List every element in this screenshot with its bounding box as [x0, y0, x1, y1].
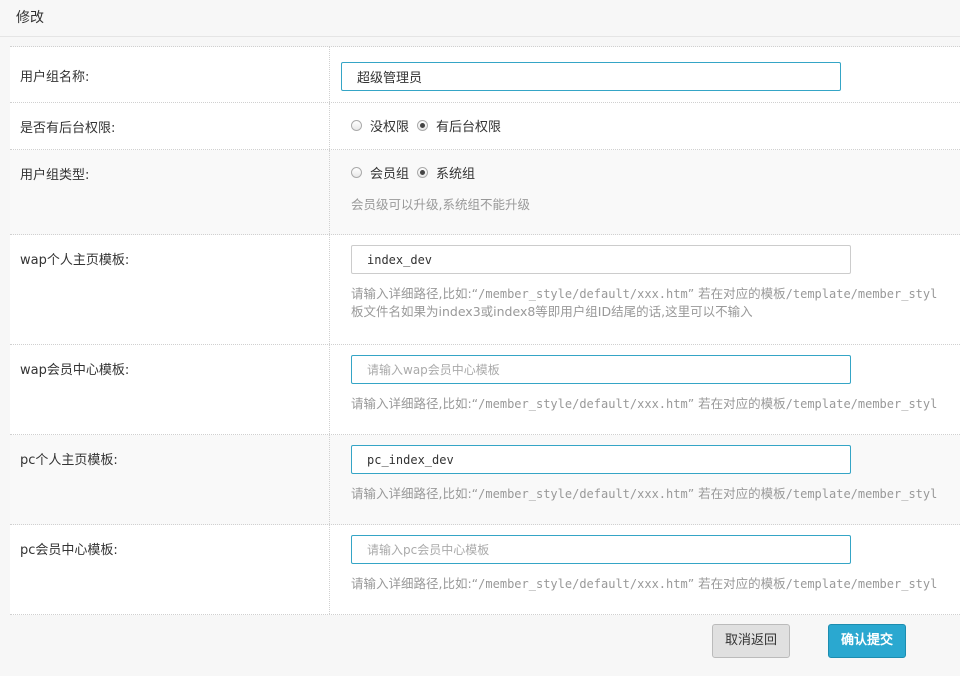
row-wap-member-template: wap会员中心模板: 请输入详细路径,比如:“/member_style/def…: [10, 345, 960, 435]
pc-home-template-input[interactable]: [351, 445, 851, 474]
radio-system-group[interactable]: [417, 167, 429, 178]
row-wap-home-template: wap个人主页模板: 请输入详细路径,比如:“/member_style/def…: [10, 235, 960, 345]
row-backend-permission: 是否有后台权限: 没权限 有后台权限: [10, 103, 960, 150]
label-pc-home-template: pc个人主页模板:: [10, 435, 330, 524]
edit-form: 用户组名称: 是否有后台权限: 没权限 有后台权限 用户组类型: 会员组 系统组: [10, 46, 960, 615]
pc-member-template-input[interactable]: [351, 535, 851, 564]
cancel-button[interactable]: 取消返回: [712, 624, 790, 658]
wap-member-template-input[interactable]: [351, 355, 851, 384]
radio-system-group-label[interactable]: 系统组: [436, 163, 475, 182]
radio-has-backend-label[interactable]: 有后台权限: [436, 116, 501, 135]
submit-button[interactable]: 确认提交: [828, 624, 906, 658]
label-group-name: 用户组名称:: [10, 47, 330, 102]
pc-home-help: 请输入详细路径,比如:“/member_style/default/xxx.ht…: [351, 486, 938, 501]
wap-member-help: 请输入详细路径,比如:“/member_style/default/xxx.ht…: [351, 396, 938, 411]
radio-has-backend[interactable]: [417, 120, 429, 131]
pc-member-help: 请输入详细路径,比如:“/member_style/default/xxx.ht…: [351, 576, 938, 591]
wap-home-help-line2: 板文件名如果为index3或index8等即用户组ID结尾的话,这里可以不输入: [351, 304, 753, 319]
wap-home-template-input[interactable]: [351, 245, 851, 274]
group-name-input[interactable]: [341, 62, 841, 91]
radio-member-group[interactable]: [351, 167, 362, 178]
label-wap-member-template: wap会员中心模板:: [10, 345, 330, 434]
label-pc-member-template: pc会员中心模板:: [10, 525, 330, 614]
row-pc-home-template: pc个人主页模板: 请输入详细路径,比如:“/member_style/defa…: [10, 435, 960, 525]
radio-member-group-label[interactable]: 会员组: [370, 163, 409, 182]
radio-no-permission-label[interactable]: 没权限: [370, 116, 409, 135]
page-title: 修改: [16, 10, 44, 26]
row-group-type: 用户组类型: 会员组 系统组 会员级可以升级,系统组不能升级: [10, 150, 960, 235]
label-wap-home-template: wap个人主页模板:: [10, 235, 330, 344]
radio-no-permission[interactable]: [351, 120, 362, 131]
label-backend-permission: 是否有后台权限:: [10, 103, 330, 149]
wap-home-help: 请输入详细路径,比如:“/member_style/default/xxx.ht…: [351, 286, 938, 301]
row-group-name: 用户组名称:: [10, 47, 960, 103]
group-type-help: 会员级可以升级,系统组不能升级: [351, 197, 530, 212]
page-header: 修改: [0, 0, 960, 37]
label-group-type: 用户组类型:: [10, 150, 330, 234]
row-pc-member-template: pc会员中心模板: 请输入详细路径,比如:“/member_style/defa…: [10, 525, 960, 615]
